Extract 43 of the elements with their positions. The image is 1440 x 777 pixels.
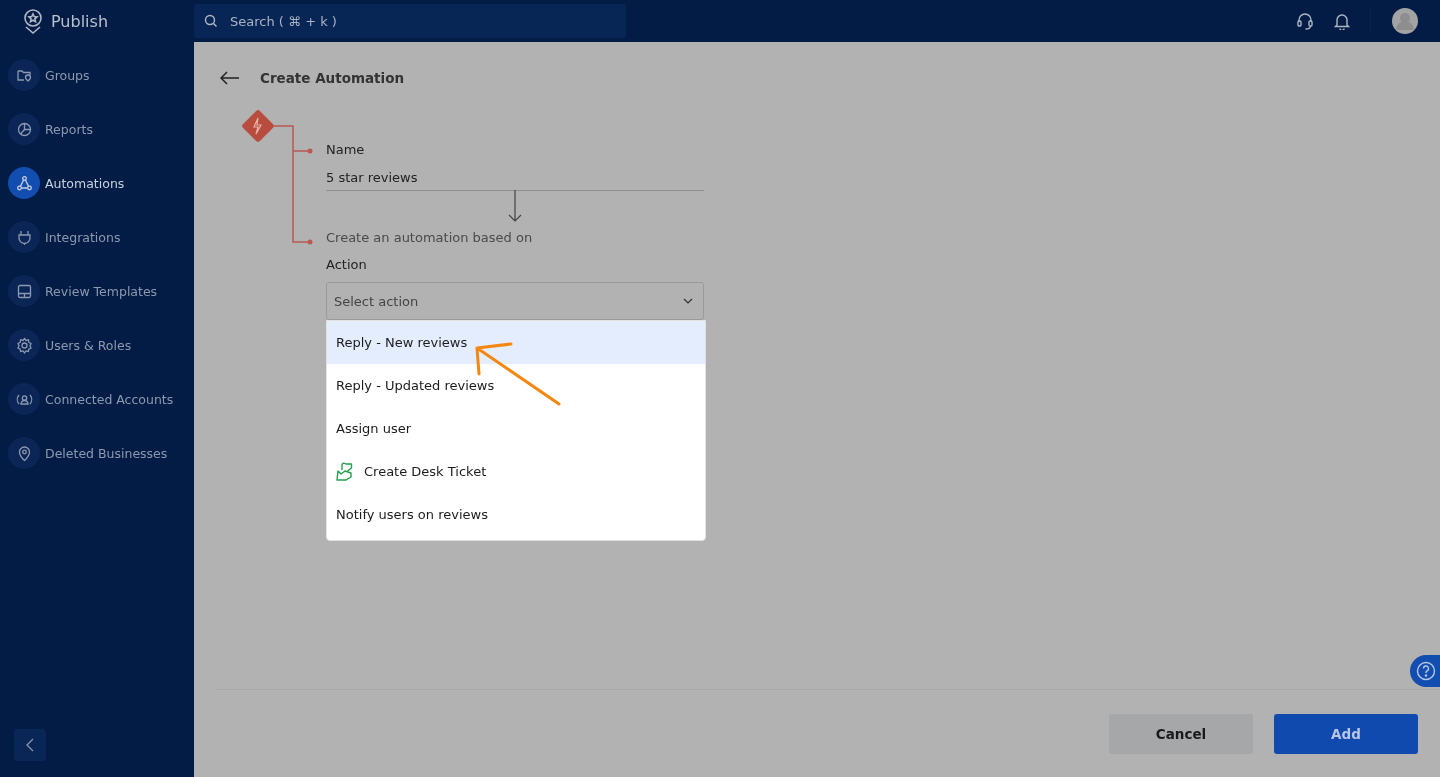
sidebar-item[interactable]: Groups	[8, 59, 188, 91]
chevron-down-icon	[683, 298, 693, 304]
sidebar-item[interactable]: Reports	[8, 113, 188, 145]
sidebar-item[interactable]: Review Templates	[8, 275, 188, 307]
name-field[interactable]: 5 star reviews	[326, 165, 704, 191]
action-label: Action	[326, 257, 368, 272]
help-icon	[1416, 661, 1436, 681]
sidebar-item[interactable]: Integrations	[8, 221, 188, 253]
search-icon	[204, 14, 218, 28]
dropdown-option[interactable]: Reply - New reviews	[327, 321, 705, 364]
back-arrow-icon[interactable]	[220, 71, 240, 85]
avatar-icon[interactable]	[1391, 7, 1419, 35]
down-arrow-icon	[508, 190, 522, 222]
nodes-icon	[8, 167, 40, 199]
sidebar-item[interactable]: Automations	[8, 167, 188, 199]
layout-icon	[8, 275, 40, 307]
page-title: Create Automation	[260, 70, 405, 86]
desk-ticket-icon	[336, 461, 354, 482]
search-field[interactable]: Search ( ⌘ + k )	[194, 4, 626, 38]
help-button[interactable]	[1410, 655, 1440, 687]
pie-chart-icon	[8, 113, 40, 145]
dropdown-option[interactable]: Assign user	[327, 407, 705, 450]
name-label: Name	[326, 142, 366, 157]
gear-icon	[8, 329, 40, 361]
app-name: Publish	[51, 11, 109, 31]
cancel-button[interactable]: Cancel	[1109, 713, 1253, 754]
action-select[interactable]: Select action	[326, 282, 704, 320]
sidebar-item[interactable]: Deleted Businesses	[8, 437, 188, 469]
sidebar-item[interactable]: Users & Roles	[8, 329, 188, 361]
headset-icon[interactable]	[1296, 12, 1314, 30]
people-icon	[8, 383, 40, 415]
bell-icon[interactable]	[1334, 12, 1350, 30]
logo-icon	[21, 7, 45, 35]
dropdown-option[interactable]: Notify users on reviews	[327, 493, 705, 536]
plug-icon	[8, 221, 40, 253]
dropdown-option[interactable]: Create Desk Ticket	[327, 450, 705, 493]
chevron-left-icon	[26, 738, 34, 752]
add-button[interactable]: Add	[1274, 713, 1418, 754]
section-label: Create an automation based on	[326, 230, 534, 245]
dropdown-option[interactable]: Reply - Updated reviews	[327, 364, 705, 407]
folder-pin-icon	[8, 59, 40, 91]
sidebar-item[interactable]: Connected Accounts	[8, 383, 188, 415]
location-pin-icon	[8, 437, 40, 469]
